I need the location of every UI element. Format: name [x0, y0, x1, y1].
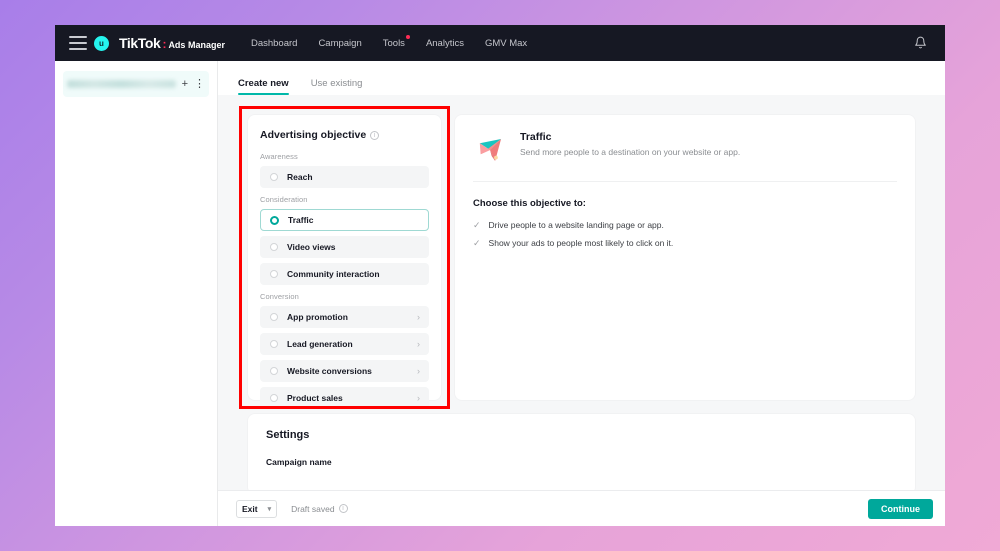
continue-button[interactable]: Continue	[868, 498, 933, 519]
app-window: u TikTok : Ads Manager Dashboard Campaig…	[55, 25, 945, 526]
exit-button-label: Exit	[242, 503, 258, 514]
chevron-right-icon[interactable]: ›	[417, 312, 420, 322]
objective-row: Advertising objective i Awareness Reach …	[239, 106, 915, 409]
objective-option-lead-generation[interactable]: Lead generation ›	[260, 333, 429, 355]
info-icon[interactable]: i	[370, 130, 380, 140]
nav-link-campaign[interactable]: Campaign	[318, 38, 361, 49]
objective-card-wrapper: Advertising objective i Awareness Reach …	[239, 106, 450, 409]
radio-icon-selected[interactable]	[270, 215, 279, 225]
hamburger-menu-icon[interactable]	[69, 36, 87, 50]
group-label-conversion: Conversion	[260, 292, 299, 301]
objective-option-lead-generation-label: Lead generation	[287, 339, 353, 349]
objective-detail-card: Traffic Send more people to a destinatio…	[455, 115, 915, 400]
main-split: + ⋮ Create new Use existing Advertising …	[55, 61, 945, 526]
nav-link-tools-label: Tools	[382, 37, 405, 49]
detail-objective-name: Traffic	[520, 131, 552, 143]
chevron-right-icon[interactable]: ›	[417, 393, 420, 403]
objective-option-website-conversions[interactable]: Website conversions ›	[260, 360, 429, 382]
more-options-icon[interactable]: ⋮	[194, 78, 205, 90]
objective-option-traffic[interactable]: Traffic	[260, 209, 429, 231]
tab-bar: Create new Use existing	[218, 61, 945, 95]
tab-create-new[interactable]: Create new	[238, 78, 289, 95]
detail-bullet-label: Show your ads to people most likely to c…	[488, 237, 674, 248]
sidebar-item-account[interactable]: + ⋮	[63, 71, 209, 97]
draft-status-label: Draft saved	[291, 503, 335, 514]
detail-bullet: ✓ Show your ads to people most likely to…	[473, 238, 897, 249]
choose-objective-heading: Choose this objective to:	[473, 198, 586, 209]
content-area: Create new Use existing Advertising obje…	[218, 61, 945, 526]
nav-link-analytics-label: Analytics	[425, 37, 464, 49]
objective-option-traffic-label: Traffic	[288, 215, 314, 225]
radio-icon[interactable]	[270, 270, 278, 278]
nav-link-dashboard[interactable]: Dashboard	[251, 38, 297, 49]
advertising-objective-title: Advertising objective	[260, 129, 367, 141]
nav-link-analytics[interactable]: Analytics	[426, 38, 464, 49]
nav-link-gmv-max[interactable]: GMV Max	[485, 38, 527, 49]
objective-option-video-views[interactable]: Video views	[260, 236, 429, 258]
advertising-objective-card: Advertising objective i Awareness Reach …	[248, 115, 441, 409]
tab-use-existing[interactable]: Use existing	[311, 78, 363, 95]
settings-card: Settings Campaign name	[248, 414, 915, 494]
group-label-consideration: Consideration	[260, 195, 308, 204]
notification-dot-icon	[405, 34, 410, 39]
check-icon: ✓	[473, 237, 481, 248]
objective-option-community-interaction-label: Community interaction	[287, 269, 380, 279]
radio-icon[interactable]	[270, 243, 278, 251]
detail-objective-description: Send more people to a destination on you…	[520, 147, 741, 157]
detail-bullet-label: Drive people to a website landing page o…	[488, 220, 664, 230]
objective-option-product-sales-label: Product sales	[287, 393, 343, 403]
settings-title: Settings	[266, 429, 310, 441]
top-navigation-bar: u TikTok : Ads Manager Dashboard Campaig…	[55, 25, 945, 61]
sidebar: + ⋮	[55, 61, 218, 526]
detail-header: Traffic Send more people to a destinatio…	[473, 131, 897, 182]
objective-option-video-views-label: Video views	[287, 242, 336, 252]
nav-link-dashboard-label: Dashboard	[250, 37, 298, 49]
bottom-action-bar: Exit ▾ Draft saved i Continue	[218, 490, 945, 526]
objective-option-product-sales[interactable]: Product sales ›	[260, 387, 429, 409]
scroll-area: Advertising objective i Awareness Reach …	[218, 95, 945, 494]
avatar[interactable]: u	[94, 35, 109, 51]
nav-link-gmv-max-label: GMV Max	[484, 37, 528, 49]
page-title: Advertising objective i	[260, 129, 429, 141]
chevron-right-icon[interactable]: ›	[417, 366, 420, 376]
campaign-name-label: Campaign name	[266, 457, 332, 467]
objective-option-app-promotion-label: App promotion	[287, 312, 348, 322]
exit-dropdown-button[interactable]: Exit ▾	[236, 499, 278, 518]
tab-create-new-label: Create new	[238, 78, 289, 89]
objective-option-website-conversions-label: Website conversions	[287, 366, 372, 376]
objective-option-reach-label: Reach	[287, 172, 313, 182]
objective-option-reach[interactable]: Reach	[260, 166, 429, 188]
tab-use-existing-label: Use existing	[310, 78, 363, 89]
chevron-right-icon[interactable]: ›	[417, 339, 420, 349]
draft-status: Draft saved i	[291, 503, 348, 514]
add-icon[interactable]: +	[182, 78, 188, 90]
radio-icon[interactable]	[270, 340, 278, 348]
objective-option-community-interaction[interactable]: Community interaction	[260, 263, 429, 285]
radio-icon[interactable]	[270, 313, 278, 321]
group-label-awareness: Awareness	[260, 152, 298, 161]
paper-plane-icon	[473, 133, 507, 167]
brand-subtitle: Ads Manager	[168, 40, 225, 50]
brand-separator: :	[162, 37, 167, 51]
check-icon: ✓	[473, 220, 481, 230]
brand-name: TikTok	[119, 35, 161, 51]
radio-icon[interactable]	[270, 367, 278, 375]
radio-icon[interactable]	[270, 173, 278, 181]
radio-icon[interactable]	[270, 394, 278, 402]
brand-logo[interactable]: TikTok : Ads Manager	[119, 35, 225, 51]
objective-option-app-promotion[interactable]: App promotion ›	[260, 306, 429, 328]
chevron-down-icon[interactable]: ▾	[268, 505, 272, 513]
detail-bullet: ✓ Drive people to a website landing page…	[473, 220, 897, 231]
nav-link-campaign-label: Campaign	[318, 37, 362, 49]
info-icon[interactable]: i	[338, 504, 348, 513]
sidebar-item-label-redacted	[67, 80, 176, 88]
nav-link-tools[interactable]: Tools	[382, 34, 410, 49]
notification-bell-icon[interactable]	[914, 36, 927, 54]
